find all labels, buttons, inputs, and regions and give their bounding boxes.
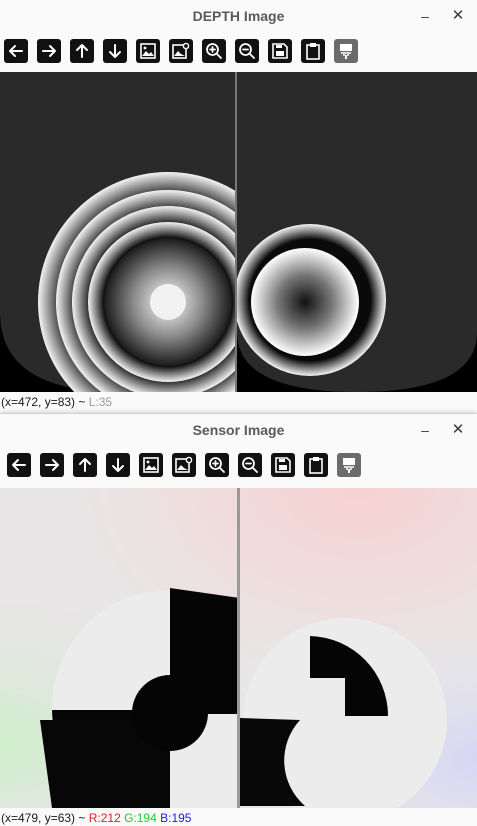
image-settings-icon[interactable]: [172, 453, 196, 477]
sensor-image-canvas[interactable]: [0, 488, 477, 808]
sensor-titlebar[interactable]: Sensor Image – ✕: [0, 414, 477, 446]
cursor-coordinates: (x=472, y=83) ~: [1, 395, 86, 409]
window-title: Sensor Image: [192, 422, 285, 438]
window-title: DEPTH Image: [192, 8, 285, 24]
paint-icon[interactable]: [337, 453, 361, 477]
arrow-up-icon[interactable]: [73, 453, 97, 477]
sensor-status-bar: (x=479, y=63) ~ R:212 G:194 B:195: [0, 808, 477, 826]
zoom-out-icon[interactable]: [238, 453, 262, 477]
clipboard-icon[interactable]: [301, 39, 325, 63]
minimize-button[interactable]: –: [414, 5, 436, 27]
depth-titlebar[interactable]: DEPTH Image – ✕: [0, 0, 477, 32]
clipboard-icon[interactable]: [304, 453, 328, 477]
depth-window: DEPTH Image – ✕ (x=472, y=83) ~ L:35: [0, 0, 477, 412]
image-icon[interactable]: [139, 453, 163, 477]
depth-image: [0, 72, 477, 392]
cursor-coordinates: (x=479, y=63) ~: [1, 811, 86, 825]
close-button[interactable]: ✕: [447, 419, 469, 441]
arrow-up-icon[interactable]: [70, 39, 94, 63]
sensor-toolbar: [0, 446, 477, 486]
save-icon[interactable]: [271, 453, 295, 477]
arrow-right-icon[interactable]: [37, 39, 61, 63]
image-settings-icon[interactable]: [169, 39, 193, 63]
image-icon[interactable]: [136, 39, 160, 63]
arrow-left-icon[interactable]: [7, 453, 31, 477]
arrow-left-icon[interactable]: [4, 39, 28, 63]
minimize-button[interactable]: –: [414, 419, 436, 441]
close-button[interactable]: ✕: [447, 5, 469, 27]
sensor-window: Sensor Image – ✕ (x=479, y=63) ~ R:212 G…: [0, 413, 477, 826]
green-value: G:194: [120, 811, 157, 825]
depth-toolbar: [0, 32, 477, 72]
zoom-in-icon[interactable]: [205, 453, 229, 477]
arrow-right-icon[interactable]: [40, 453, 64, 477]
sensor-image: [0, 488, 477, 808]
depth-image-canvas[interactable]: [0, 72, 477, 392]
arrow-down-icon[interactable]: [106, 453, 130, 477]
pixel-value: L:35: [85, 395, 113, 409]
red-value: R:212: [85, 811, 121, 825]
zoom-out-icon[interactable]: [235, 39, 259, 63]
blue-value: B:195: [156, 811, 192, 825]
save-icon[interactable]: [268, 39, 292, 63]
depth-status-bar: (x=472, y=83) ~ L:35: [0, 392, 477, 412]
zoom-in-icon[interactable]: [202, 39, 226, 63]
paint-icon[interactable]: [334, 39, 358, 63]
arrow-down-icon[interactable]: [103, 39, 127, 63]
